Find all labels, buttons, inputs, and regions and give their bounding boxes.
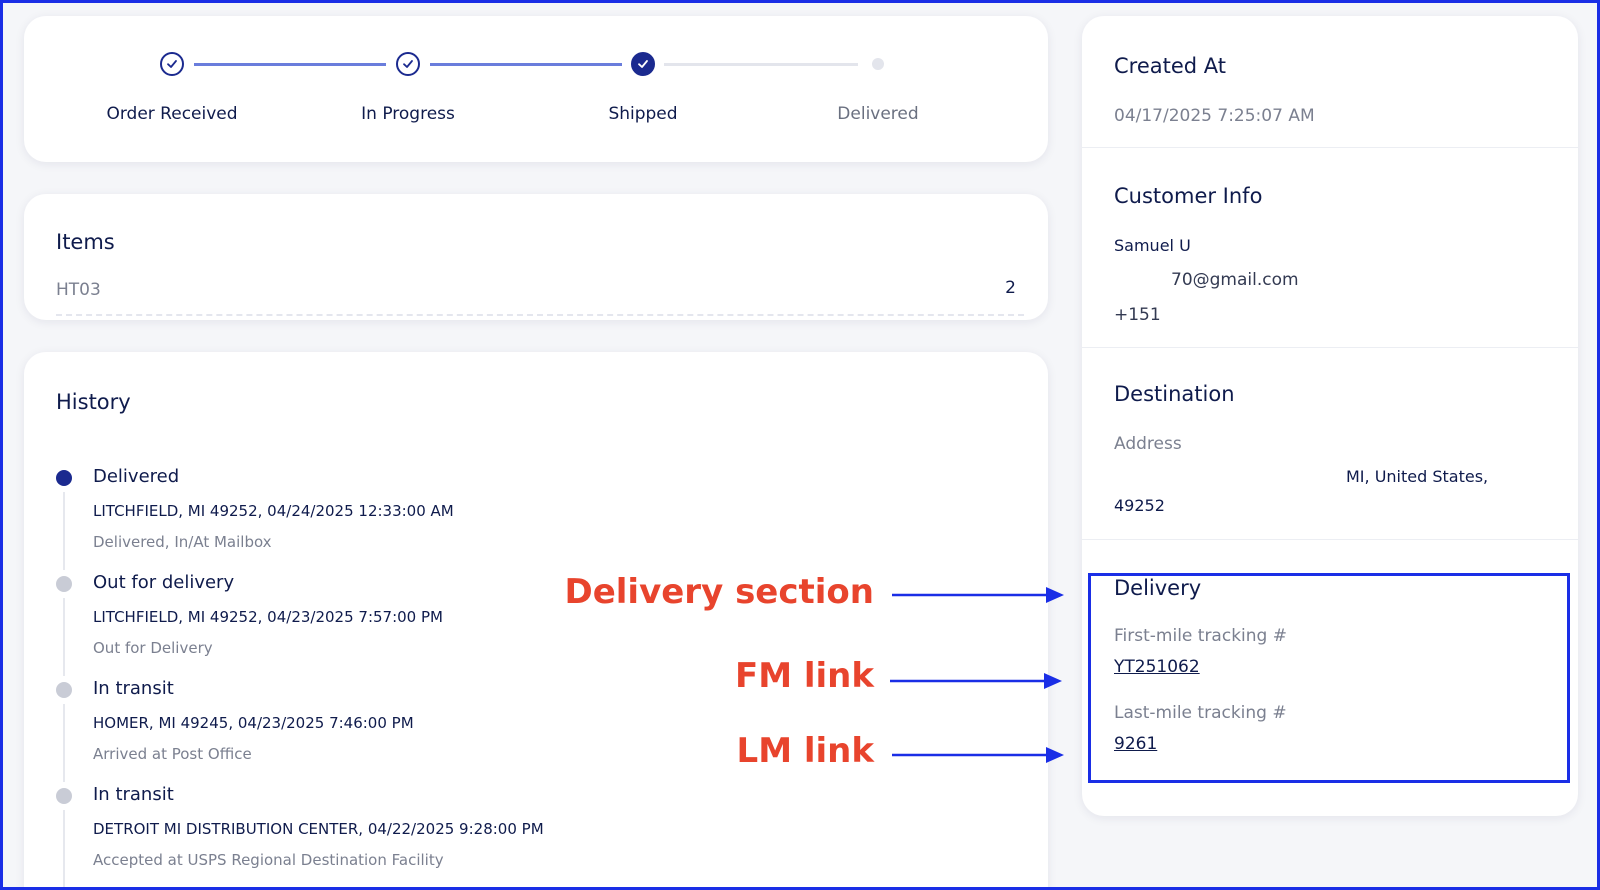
history-description: Delivered, In/At Mailbox <box>93 533 272 551</box>
address-line: MI, United States, <box>1346 467 1489 486</box>
history-card: History Delivered LITCHFIELD, MI 49252, … <box>24 352 1048 890</box>
timeline-line <box>63 492 65 570</box>
dashed-divider <box>56 314 1024 316</box>
order-status-stepper: Order Received In Progress Shipped Deliv… <box>24 16 1048 162</box>
step-connector <box>194 63 386 66</box>
annotation-lm-link: LM link <box>736 731 874 771</box>
history-description: Out for Delivery <box>93 639 213 657</box>
items-title: Items <box>56 230 115 254</box>
check-circle-icon <box>160 52 184 76</box>
customer-email: 70@gmail.com <box>1171 270 1299 290</box>
destination-section: Destination Address MI, United States, 4… <box>1082 348 1578 540</box>
created-at-section: Created At 04/17/2025 7:25:07 AM <box>1082 16 1578 148</box>
arrow-icon <box>892 747 1064 763</box>
items-card: Items HT03 2 <box>24 194 1048 320</box>
history-location: LITCHFIELD, MI 49252, 04/24/2025 12:33:0… <box>93 502 454 520</box>
step-label-delivered: Delivered <box>837 104 919 124</box>
destination-title: Destination <box>1114 382 1235 406</box>
timeline-line <box>63 598 65 676</box>
history-status: In transit <box>93 784 174 805</box>
address-label: Address <box>1114 434 1182 454</box>
step-label-order-received: Order Received <box>106 104 238 124</box>
customer-phone: +151 <box>1114 305 1161 325</box>
step-connector <box>664 63 858 66</box>
step-connector <box>430 63 622 66</box>
customer-name: Samuel U <box>1114 236 1191 255</box>
pending-dot-icon <box>872 58 884 70</box>
history-description: Arrived at Post Office <box>93 745 252 763</box>
customer-info-title: Customer Info <box>1114 184 1263 208</box>
timeline-dot-icon <box>56 788 72 804</box>
delivery-highlight-box <box>1088 573 1570 783</box>
timeline-line <box>63 810 65 888</box>
timeline-dot-icon <box>56 682 72 698</box>
history-location: DETROIT MI DISTRIBUTION CENTER, 04/22/20… <box>93 820 544 838</box>
timeline-dot-icon <box>56 576 72 592</box>
history-description: Accepted at USPS Regional Destination Fa… <box>93 851 444 869</box>
timeline-dot-icon <box>56 470 72 486</box>
arrow-icon <box>892 587 1064 603</box>
customer-info-section: Customer Info Samuel U 70@gmail.com +151 <box>1082 148 1578 348</box>
timeline-line <box>63 704 65 782</box>
annotation-fm-link: FM link <box>734 656 874 696</box>
step-label-in-progress: In Progress <box>361 104 455 124</box>
history-entry: In transit DETROIT MI DISTRIBUTION CENTE… <box>56 780 1016 888</box>
created-at-value: 04/17/2025 7:25:07 AM <box>1114 106 1315 126</box>
address-zip: 49252 <box>1114 496 1165 515</box>
history-location: LITCHFIELD, MI 49252, 04/23/2025 7:57:00… <box>93 608 443 626</box>
history-status: In transit <box>93 678 174 699</box>
check-circle-icon <box>396 52 420 76</box>
created-at-title: Created At <box>1114 54 1227 78</box>
history-entry: Delivered LITCHFIELD, MI 49252, 04/24/20… <box>56 462 1016 570</box>
step-label-shipped: Shipped <box>608 104 678 124</box>
check-filled-icon <box>631 52 655 76</box>
item-quantity: 2 <box>1005 278 1016 298</box>
annotation-delivery-section: Delivery section <box>564 572 874 612</box>
history-title: History <box>56 390 131 414</box>
item-sku: HT03 <box>56 280 101 300</box>
arrow-icon <box>890 673 1062 689</box>
history-status: Delivered <box>93 466 180 487</box>
history-location: HOMER, MI 49245, 04/23/2025 7:46:00 PM <box>93 714 414 732</box>
history-status: Out for delivery <box>93 572 235 593</box>
